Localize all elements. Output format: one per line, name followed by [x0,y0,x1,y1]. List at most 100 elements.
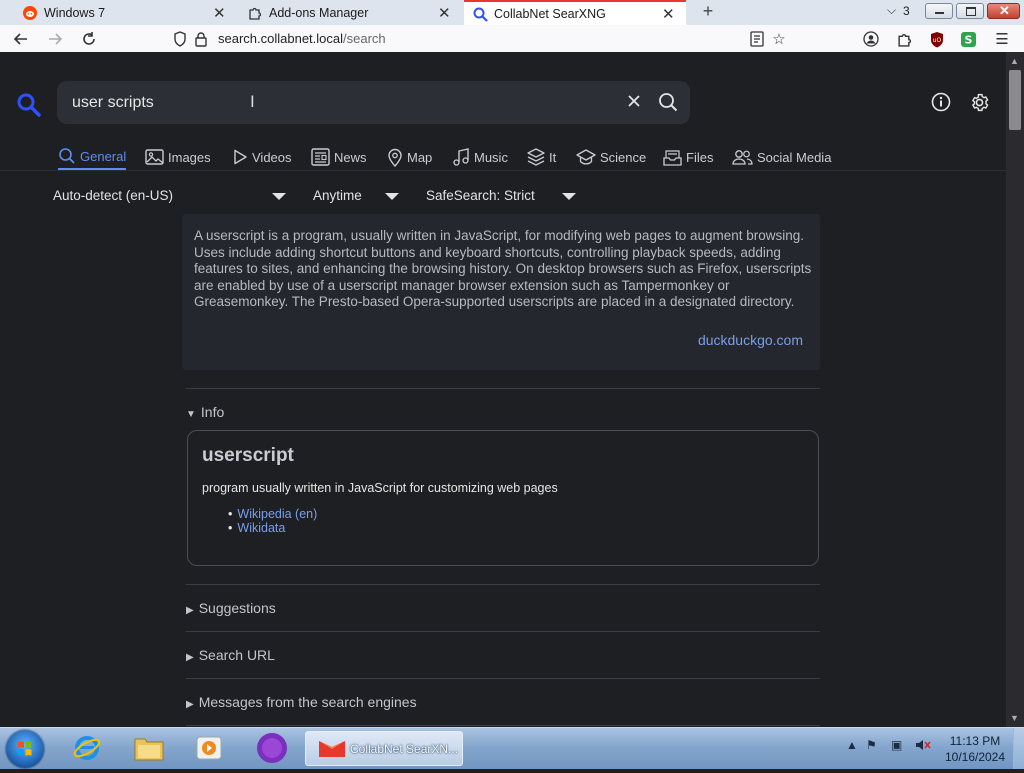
system-clock[interactable]: 11:13 PM 10/16/2024 [940,733,1010,765]
suggestions-section-toggle[interactable]: ▶ Suggestions [186,600,276,616]
puzzle-piece-icon [247,5,263,21]
tab-music[interactable]: Music [453,144,508,170]
back-arrow-icon[interactable] [12,30,30,48]
divider [186,388,820,389]
forward-arrow-icon[interactable] [46,30,64,48]
internet-explorer-icon[interactable] [70,732,104,764]
triangle-right-icon: ▶ [186,605,194,616]
answer-source-link[interactable]: duckduckgo.com [698,332,803,348]
minimize-button[interactable] [925,3,953,19]
text-cursor-icon: I [250,92,255,111]
app-orb-icon[interactable] [255,732,289,764]
scroll-up-arrow-icon[interactable]: ▲ [1010,56,1019,66]
address-bar[interactable]: search.collabnet.local/search [218,31,386,46]
searxng-logo-search-icon[interactable] [16,92,42,123]
tab-title: Add-ons Manager [269,5,369,20]
search-favicon-icon [472,6,488,22]
tab-add-ons-manager[interactable]: Add-ons Manager ✕ [247,1,457,24]
shield-icon[interactable] [171,30,189,48]
extensions-puzzle-icon[interactable] [895,30,913,48]
infobox-title: userscript [202,445,294,466]
reader-view-icon[interactable] [748,30,766,48]
bookmark-star-icon[interactable]: ☆ [770,30,788,48]
triangle-down-icon: ▼ [186,409,196,420]
tab-map[interactable]: Map [387,144,432,170]
tab-files[interactable]: Files [663,144,713,170]
map-pin-icon [388,148,402,167]
clock-date: 10/16/2024 [944,750,1006,764]
task-title: CollabNet SearXN... [350,742,459,756]
time-range-dropdown-icon[interactable] [385,193,399,200]
category-divider [0,170,1006,171]
safesearch-dropdown-icon[interactable] [562,193,576,200]
tab-social-media[interactable]: Social Media [732,144,831,170]
volume-muted-icon[interactable] [915,738,931,755]
divider [186,678,820,679]
tab-videos[interactable]: Videos [232,144,292,170]
close-window-button[interactable]: ✕ [987,3,1020,19]
layers-icon [527,148,545,166]
searxng-page: user scripts I General Images Videos New… [0,52,1006,727]
search-url-section-toggle[interactable]: ▶ Search URL [186,647,275,663]
ublock-origin-icon[interactable]: uO [928,30,946,48]
tab-general[interactable]: General [58,144,127,170]
windows-taskbar: CollabNet SearXN... ▲ ⚑ ▣ 11:13 PM 10/16… [0,727,1024,769]
svg-text:uO: uO [933,37,942,44]
info-icon[interactable] [931,92,951,117]
close-tab-icon[interactable]: ✕ [213,4,226,22]
settings-gear-icon[interactable] [969,92,990,118]
time-range-select[interactable]: Anytime [313,188,362,203]
messages-section-toggle[interactable]: ▶ Messages from the search engines [186,694,417,710]
music-note-icon [453,148,469,166]
info-section-toggle[interactable]: ▼ Info [186,404,224,420]
lock-icon[interactable] [192,30,210,48]
account-icon[interactable] [862,30,880,48]
taskbar-firefox-task[interactable]: CollabNet SearXN... [305,731,463,766]
navigation-bar: search.collabnet.local/search ☆ uO S ☰ [0,25,1024,53]
tab-label: Social Media [757,149,832,165]
media-player-icon[interactable] [192,732,226,764]
divider [186,584,820,585]
new-tab-button[interactable]: + [698,1,718,22]
network-icon[interactable]: ▣ [891,738,902,752]
tab-count: 3 [903,4,910,18]
infobox-description: program usually written in JavaScript fo… [202,481,558,495]
tab-windows-7[interactable]: Windows 7 ✕ [22,1,232,24]
language-select[interactable]: Auto-detect (en-US) [53,188,173,203]
chevron-down-icon[interactable]: ⌵ [887,3,896,18]
close-tab-icon[interactable]: ✕ [438,4,451,22]
page-scrollbar[interactable]: ▲ ▼ [1006,52,1024,727]
section-label: Messages from the search engines [198,694,417,710]
show-hidden-icons-icon[interactable]: ▲ [846,738,858,752]
start-button[interactable] [6,730,44,768]
tab-label: Images [168,149,211,165]
menu-hamburger-icon[interactable]: ☰ [993,30,1011,48]
tab-science[interactable]: Science [576,144,646,170]
close-tab-icon[interactable]: ✕ [662,5,675,23]
tab-title: Windows 7 [44,5,106,20]
reload-icon[interactable] [80,30,98,48]
file-explorer-icon[interactable] [132,732,166,764]
maximize-button[interactable] [956,3,984,19]
search-submit-icon[interactable] [658,92,678,117]
tab-label: Videos [252,149,292,165]
scroll-down-arrow-icon[interactable]: ▼ [1010,713,1019,723]
tab-images[interactable]: Images [145,144,211,170]
tab-news[interactable]: News [311,144,367,170]
triangle-right-icon: ▶ [186,699,194,710]
clear-search-icon[interactable] [625,92,643,115]
scrollbar-thumb[interactable] [1009,70,1021,130]
infobox-link-wikidata[interactable]: Wikidata [228,521,317,535]
stylus-extension-icon[interactable]: S [959,30,977,48]
files-icon [663,149,682,166]
action-center-flag-icon[interactable]: ⚑ [866,738,877,752]
show-desktop-button[interactable] [1013,728,1024,769]
infobox-link-wikipedia[interactable]: Wikipedia (en) [228,507,317,521]
search-input[interactable]: user scripts [72,94,154,112]
safesearch-select[interactable]: SafeSearch: Strict [426,188,535,203]
answer-box: A userscript is a program, usually writt… [182,214,820,370]
divider [186,631,820,632]
language-dropdown-icon[interactable] [272,193,286,200]
tab-collabnet-searxng[interactable]: CollabNet SearXNG ✕ [464,0,686,25]
tab-it[interactable]: It [527,144,556,170]
